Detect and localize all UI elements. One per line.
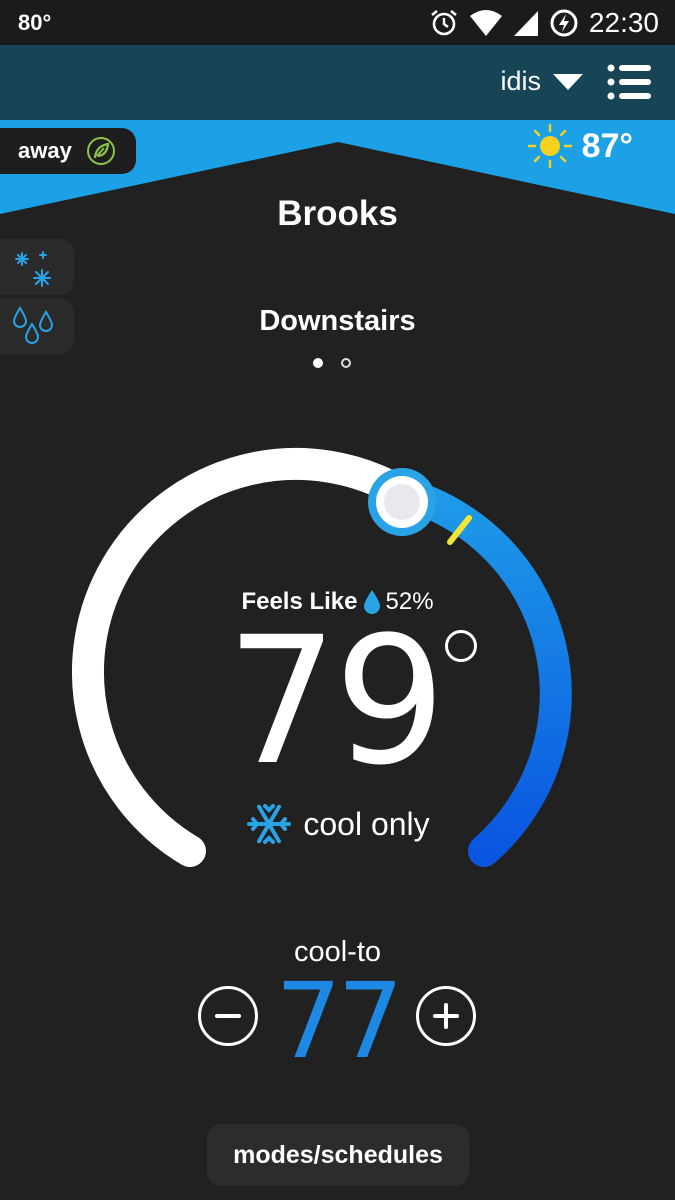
signal-icon (513, 11, 538, 36)
status-bar: 80° 22:30 (0, 0, 675, 45)
page-dot-active[interactable] (313, 358, 323, 368)
menu-button[interactable] (607, 64, 651, 100)
status-temperature: 80° (18, 10, 52, 35)
battery-charging-icon (550, 9, 578, 37)
weather[interactable]: 87° (526, 122, 633, 170)
wifi-icon (469, 10, 502, 36)
status-time: 22:30 (588, 7, 659, 38)
setpoint-value: 77 (275, 960, 403, 1082)
plus-icon (433, 1003, 459, 1029)
zone-name: Downstairs (259, 305, 416, 337)
away-label: away (18, 138, 72, 163)
minus-icon (215, 1014, 241, 1018)
snowflakes-icon (15, 251, 51, 287)
account-name: idis (500, 66, 541, 96)
sun-icon (527, 123, 572, 169)
page-dot-inactive[interactable] (341, 358, 351, 368)
menu-icon (607, 64, 651, 100)
modes-schedules-button[interactable]: modes/schedules (207, 1124, 469, 1186)
system-mode: cool only (0, 800, 675, 848)
snowflake-icon (247, 804, 292, 844)
alarm-icon (431, 9, 457, 36)
status-icons: 22:30 (429, 4, 659, 42)
fan-snow-button[interactable] (0, 239, 74, 295)
dropdown-icon (553, 73, 583, 90)
degree-symbol (445, 630, 477, 662)
account-selector[interactable]: idis (500, 66, 583, 97)
outdoor-temperature: 87° (581, 126, 633, 165)
away-button[interactable]: away (0, 128, 136, 174)
page-indicator (313, 358, 351, 368)
location-name: Brooks (277, 194, 398, 233)
increase-button[interactable] (416, 986, 476, 1046)
leaf-icon (86, 137, 115, 165)
decrease-button[interactable] (198, 986, 258, 1046)
current-temperature: 79 (226, 599, 446, 804)
mode-label: cool only (303, 805, 430, 842)
app-bar: idis (0, 45, 675, 120)
